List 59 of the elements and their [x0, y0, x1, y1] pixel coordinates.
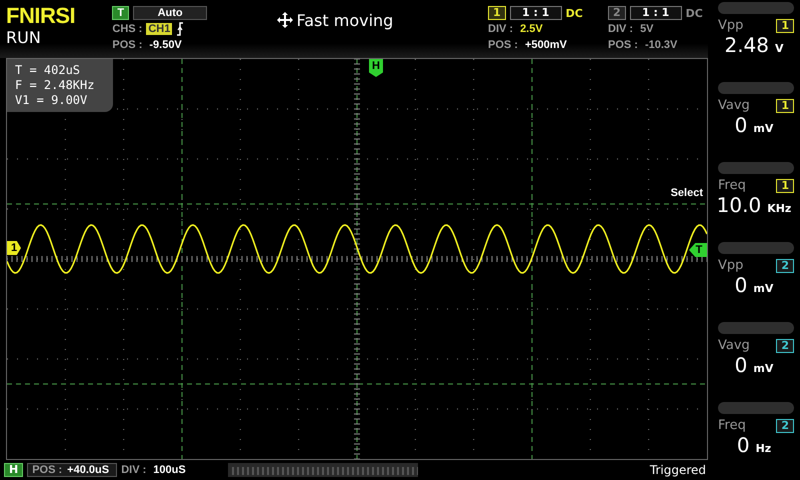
coupling-label: DC: [686, 6, 703, 20]
measure-label: Freq: [718, 418, 746, 433]
trigger-badge: T: [112, 6, 130, 20]
measure-unit: mV: [753, 122, 774, 135]
select-label: Select: [670, 187, 703, 199]
probe-ratio[interactable]: 1 : 1: [630, 6, 682, 20]
timebase-badge: H: [4, 463, 24, 477]
pos-value: +500mV: [524, 39, 567, 51]
probe-ratio[interactable]: 1 : 1: [510, 6, 562, 20]
channel-marker[interactable]: 1: [7, 241, 21, 255]
measure-label: Vavg: [718, 98, 750, 113]
measure-label: Freq: [718, 178, 746, 193]
cursor-info-panel: T = 402uS F = 2.48KHz V1 = 9.00V: [7, 59, 113, 112]
trigger-mode[interactable]: Auto: [133, 6, 208, 20]
div-value: 2.5V: [520, 23, 543, 35]
channel-badge: 2: [776, 338, 794, 352]
pos-label: POS :: [488, 39, 518, 51]
channel-badge: 2: [776, 258, 794, 272]
div-label: DIV :: [121, 464, 146, 476]
rising-edge-icon: [176, 22, 184, 36]
measure-unit: mV: [753, 362, 774, 375]
source-badge: CH1: [146, 23, 172, 35]
measure-label: Vavg: [718, 338, 750, 353]
measure-unit: Hz: [756, 442, 772, 455]
channel-badge: 2: [776, 418, 794, 432]
run-status: RUN: [6, 28, 42, 48]
trigger-status: Triggered: [650, 463, 706, 477]
measure-label: Vpp: [718, 18, 744, 33]
measure-unit: V: [775, 42, 784, 55]
pos-value: -9.50V: [149, 39, 182, 51]
measure-value: 0: [734, 273, 748, 297]
measure-unit: mV: [753, 282, 774, 295]
measure-value: 2.48: [724, 33, 769, 57]
div-value: 5V: [640, 23, 654, 35]
horizontal-marker[interactable]: H: [369, 59, 383, 77]
channel-badge[interactable]: 1: [488, 6, 506, 20]
pos-label: POS :: [608, 39, 638, 51]
brand-logo: FNIRSI: [6, 4, 76, 28]
div-label: DIV :: [608, 23, 634, 35]
channel-badge[interactable]: 2: [608, 6, 626, 20]
measure-label: Vpp: [718, 258, 744, 273]
measure-value: 0: [736, 433, 750, 457]
pos-value: -10.3V: [644, 39, 678, 51]
measure-value: 0: [734, 353, 748, 377]
measure-unit: KHz: [767, 202, 792, 215]
move-icon: [276, 12, 293, 28]
pos-label: POS :: [112, 39, 142, 51]
channel-badge: 1: [776, 178, 794, 192]
measure-value: 0: [734, 113, 748, 137]
trigger-marker[interactable]: T: [689, 243, 707, 257]
coupling-label: DC: [566, 6, 583, 20]
source-label: CHS :: [112, 23, 142, 35]
channel-badge: 1: [776, 98, 794, 112]
timebase-pos: POS : +40.0uS: [27, 463, 118, 477]
measure-value: 10.0: [716, 193, 762, 217]
mode-title: Fast moving: [296, 10, 394, 30]
channel-badge: 1: [776, 18, 794, 32]
div-value: 100uS: [153, 464, 186, 476]
div-label: DIV :: [488, 23, 514, 35]
